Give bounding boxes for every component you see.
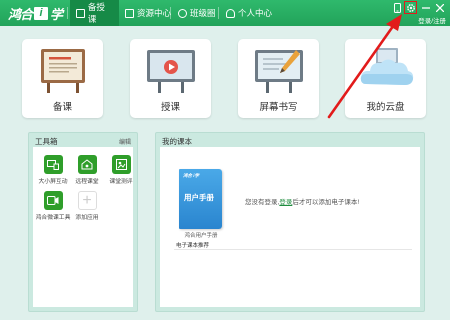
- textbook-panel: 我的课本 鸿合 i学 用户手册 鸿合用户手册 您没有登录,登录后才可以添加电子课…: [155, 132, 425, 312]
- screen-write-icon: [252, 47, 306, 100]
- card-cloud-disk[interactable]: 我的云盘: [345, 39, 426, 118]
- tab-label: 备授课: [87, 2, 105, 24]
- card-screen-write[interactable]: 屏幕书写: [238, 39, 319, 118]
- login-link[interactable]: 登录: [279, 199, 292, 206]
- tab-prepare[interactable]: 备授课: [70, 0, 119, 26]
- login-prompt-suffix: 后才可以添加电子课本!: [292, 199, 360, 206]
- top-nav-bar: 鸿合 i 学 备授课 资源中心 班级圈 个人中心 登录/注册: [0, 0, 450, 26]
- add-icon: +: [77, 191, 97, 210]
- toolbox-title: 工具箱: [35, 137, 58, 146]
- card-label: 我的云盘: [366, 102, 405, 113]
- teach-screen-icon: [144, 47, 198, 100]
- logo-text: 鸿合: [8, 6, 33, 22]
- screen-interact-icon: [43, 155, 63, 174]
- user-manual-book[interactable]: 鸿合 i学 用户手册: [179, 169, 222, 229]
- remote-class-icon: [77, 155, 97, 174]
- person-icon: [226, 8, 235, 18]
- card-label: 屏幕书写: [259, 102, 298, 113]
- nav-divider: [218, 7, 219, 19]
- book-logo: 鸿合 i学: [183, 173, 200, 178]
- prepare-icon: [76, 8, 85, 18]
- card-teach[interactable]: 授课: [130, 39, 211, 118]
- micro-lesson-icon: [43, 191, 63, 210]
- nav-divider: [170, 7, 171, 19]
- tool-add-app[interactable]: + 添加应用: [67, 191, 107, 221]
- settings-highlight-box: [404, 1, 417, 14]
- minimize-icon[interactable]: [420, 2, 432, 14]
- book-title: 用户手册: [184, 193, 214, 202]
- app-logo: 鸿合 i 学: [8, 5, 63, 22]
- tab-resource-center[interactable]: 资源中心: [119, 0, 177, 26]
- card-prepare[interactable]: 备课: [22, 39, 103, 118]
- logo-mark: i: [34, 6, 49, 20]
- nav-divider: [67, 7, 68, 19]
- tab-class-circle[interactable]: 班级圈: [172, 0, 222, 26]
- tool-label: 添加应用: [75, 215, 99, 221]
- tool-label: 课堂测评: [109, 179, 133, 185]
- login-register-link[interactable]: 登录/注册: [418, 15, 446, 25]
- login-prompt-prefix: 您没有登录,: [245, 199, 280, 206]
- textbook-body: 鸿合 i学 用户手册 鸿合用户手册 您没有登录,登录后才可以添加电子课本! 电子…: [160, 147, 420, 307]
- tab-label: 资源中心: [137, 8, 172, 18]
- login-prompt-message: 您没有登录,登录后才可以添加电子课本!: [245, 196, 359, 206]
- class-test-icon: [111, 155, 131, 174]
- toolbox-edit-button[interactable]: 编辑: [119, 137, 131, 146]
- close-icon[interactable]: [434, 2, 446, 14]
- divider: [174, 249, 412, 250]
- resource-icon: [125, 8, 134, 18]
- phone-icon[interactable]: [391, 2, 403, 14]
- toolbox-body: 大小屏互动 远程课堂 课堂测评 鸿合微课工具 + 添加应用: [33, 147, 133, 307]
- card-label: 授课: [160, 102, 180, 113]
- tab-label: 班级圈: [190, 8, 216, 18]
- tool-class-test[interactable]: 课堂测评: [101, 155, 141, 185]
- textbook-recommend-label: 电子课本推荐: [176, 243, 210, 249]
- toolbox-panel: 工具箱 编辑 大小屏互动 远程课堂 课堂测评 鸿合微课工具 + 添加应用: [28, 132, 138, 312]
- logo-suffix: 学: [50, 6, 63, 22]
- textbook-title: 我的课本: [162, 137, 192, 146]
- tab-personal-center[interactable]: 个人中心: [220, 0, 278, 26]
- cloud-disk-icon: [356, 44, 416, 99]
- tab-label: 个人中心: [238, 8, 273, 18]
- book-caption: 鸿合用户手册: [184, 233, 218, 239]
- class-circle-icon: [178, 8, 187, 18]
- prepare-board-icon: [38, 47, 88, 100]
- card-label: 备课: [52, 102, 72, 113]
